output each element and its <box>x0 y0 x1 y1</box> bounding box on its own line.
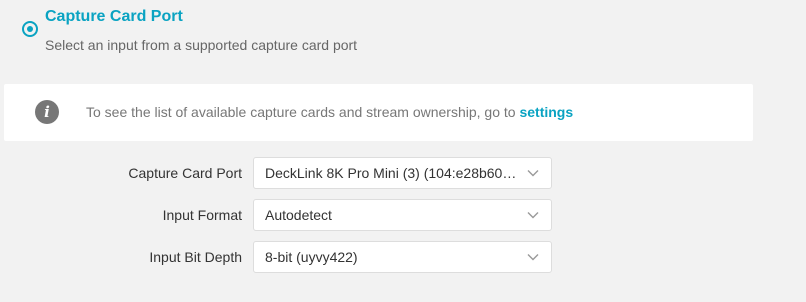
form-row-input-format: Input Format Autodetect <box>0 199 560 231</box>
info-icon: i <box>35 100 59 124</box>
info-text: To see the list of available capture car… <box>86 104 520 120</box>
info-banner: i To see the list of available capture c… <box>4 84 753 141</box>
option-description: Select an input from a supported capture… <box>45 37 358 53</box>
chevron-down-icon <box>527 212 539 219</box>
settings-link[interactable]: settings <box>519 104 573 120</box>
info-message: To see the list of available capture car… <box>86 104 573 120</box>
input-format-select[interactable]: Autodetect <box>253 199 552 231</box>
input-bit-depth-label: Input Bit Depth <box>149 249 242 265</box>
form-row-input-bit-depth: Input Bit Depth 8-bit (uyvy422) <box>0 241 560 273</box>
radio-dot <box>27 26 33 32</box>
radio-button-selected[interactable] <box>22 21 38 37</box>
option-title: Capture Card Port <box>45 8 183 25</box>
capture-card-port-label: Capture Card Port <box>128 165 242 181</box>
input-format-label: Input Format <box>162 207 242 223</box>
capture-card-port-value: DeckLink 8K Pro Mini (3) (104:e28b606… <box>265 165 523 181</box>
form-row-capture-card-port: Capture Card Port DeckLink 8K Pro Mini (… <box>0 157 560 189</box>
input-bit-depth-value: 8-bit (uyvy422) <box>265 249 358 265</box>
input-format-value: Autodetect <box>265 207 332 223</box>
chevron-down-icon <box>527 170 539 177</box>
input-bit-depth-select[interactable]: 8-bit (uyvy422) <box>253 241 552 273</box>
capture-card-port-select[interactable]: DeckLink 8K Pro Mini (3) (104:e28b606… <box>253 157 552 189</box>
chevron-down-icon <box>527 254 539 261</box>
